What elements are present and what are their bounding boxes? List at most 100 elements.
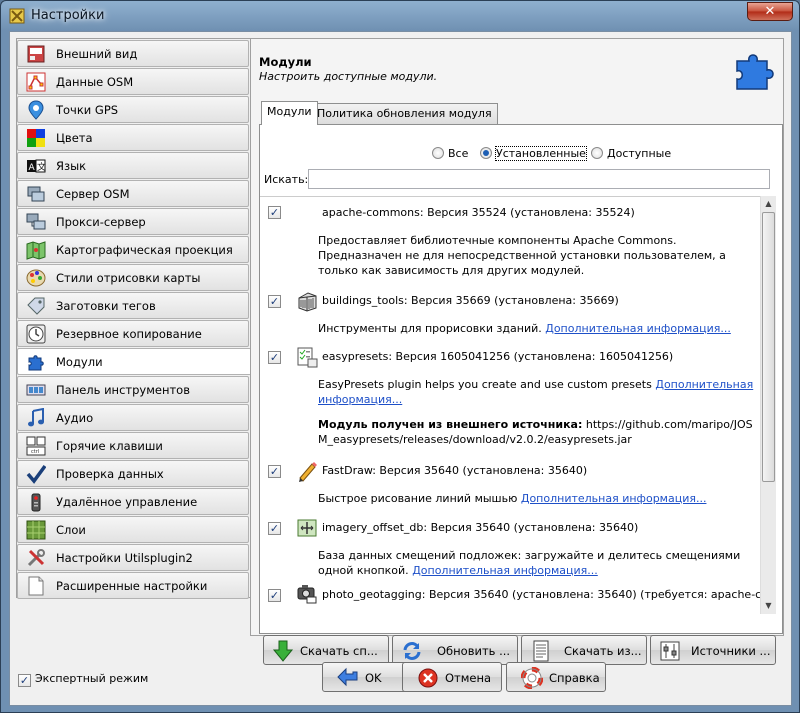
sources-icon <box>660 641 680 661</box>
sidebar-item-proxy[interactable]: Прокси-сервер <box>17 208 249 235</box>
sidebar-item-remote-control[interactable]: Удалённое управление <box>17 488 249 515</box>
presets-icon <box>297 347 318 368</box>
utils-settings-icon <box>27 549 45 567</box>
puzzle-piece-icon <box>736 54 774 90</box>
sidebar-item-label: Прокси-сервер <box>56 215 146 229</box>
plugin-checkbox[interactable]: ✓ <box>268 206 281 219</box>
search-input[interactable] <box>308 169 770 189</box>
sidebar-item-projection[interactable]: Картографическая проекция <box>17 236 249 263</box>
radio-label: Установленные <box>495 146 587 161</box>
scroll-thumb[interactable] <box>762 212 775 482</box>
plugin-sources-button[interactable]: Источники ... <box>650 635 776 665</box>
sidebar-item-gps-points[interactable]: Точки GPS <box>17 96 249 123</box>
sidebar-item-map-styles[interactable]: Стили отрисовки карты <box>17 264 249 291</box>
plugin-list-scrollbar[interactable]: ▲ ▼ <box>760 196 776 614</box>
sidebar-item-tag-presets[interactable]: Заготовки тегов <box>17 292 249 319</box>
ok-arrow-icon <box>337 667 358 687</box>
lifebuoy-help-icon <box>521 667 543 689</box>
sidebar-item-label: Настройки Utilsplugin2 <box>56 551 193 565</box>
sidebar-item-label: Проверка данных <box>56 467 164 481</box>
plugin-checkbox[interactable]: ✓ <box>268 295 281 308</box>
update-plugins-button[interactable]: Обновить ... <box>392 635 518 665</box>
close-window-button[interactable]: ✕ <box>747 2 793 21</box>
camera-icon <box>297 585 317 604</box>
tag-presets-icon <box>27 297 45 315</box>
plugin-description: Предоставляет библиотечные компоненты Ap… <box>318 234 726 277</box>
scroll-down-arrow-icon[interactable]: ▼ <box>762 599 775 613</box>
plugin-source-label: Модуль получен из внешнего источника: <box>318 418 583 431</box>
title-bar[interactable]: Настройки ✕ <box>1 1 799 31</box>
sidebar-item-colors[interactable]: Цвета <box>17 124 249 151</box>
button-label: Источники ... <box>691 644 771 658</box>
plugin-item-easypresets: ✓ easypresets: Версия 1605041256 (устано… <box>260 347 758 457</box>
more-info-link[interactable]: Дополнительная информация... <box>545 322 731 335</box>
button-label: Отмена <box>445 671 492 685</box>
cancel-x-icon <box>418 668 438 688</box>
plugin-checkbox[interactable]: ✓ <box>268 522 281 535</box>
sidebar-item-label: Резервное копирование <box>56 327 202 341</box>
josm-app-icon <box>9 8 25 24</box>
audio-icon <box>28 408 44 427</box>
dialog-client-area: Внешний вид Данные OSM Точки GPS Цвета A… <box>9 31 792 706</box>
advanced-settings-icon <box>28 576 44 596</box>
download-arrow-icon <box>272 640 294 662</box>
more-info-link[interactable]: Дополнительная информация... <box>412 564 598 577</box>
plugin-description-text: Быстрое рисование линий мышью <box>318 492 518 505</box>
button-label: Справка <box>549 671 600 685</box>
gps-point-icon <box>28 100 44 120</box>
filter-installed-radio[interactable]: Установленные <box>480 146 587 161</box>
sidebar-item-utilsplugin2[interactable]: Настройки Utilsplugin2 <box>17 544 249 571</box>
button-label: Скачать сп... <box>300 644 378 658</box>
map-style-icon <box>26 269 46 287</box>
sidebar-item-appearance[interactable]: Внешний вид <box>17 40 249 67</box>
sidebar-item-plugins[interactable]: Модули <box>17 348 251 375</box>
plugin-description-text: Инструменты для прорисовки зданий. <box>318 322 542 335</box>
sidebar-item-toolbar[interactable]: Панель инструментов <box>17 376 249 403</box>
plugin-name: photo_geotagging: Версия 35640 (установл… <box>322 588 772 601</box>
plugin-source: Модуль получен из внешнего источника: ht… <box>318 417 758 447</box>
sidebar-item-osm-server[interactable]: Сервер OSM <box>17 180 249 207</box>
plugin-description-text: EasyPresets plugin helps you create and … <box>318 378 652 391</box>
filter-all-radio[interactable]: Все <box>432 147 468 160</box>
colors-icon <box>27 129 45 147</box>
sidebar-item-language[interactable]: A文 Язык <box>17 152 249 179</box>
sidebar-item-advanced[interactable]: Расширенные настройки <box>17 572 249 599</box>
plugin-description: Быстрое рисование линий мышью Дополнител… <box>318 491 758 506</box>
sidebar-item-shortcuts[interactable]: ctrl Горячие клавиши <box>17 432 249 459</box>
search-label: Искать: <box>264 173 309 186</box>
button-label: OK <box>365 671 382 685</box>
plugin-checkbox[interactable]: ✓ <box>268 351 281 364</box>
download-list-button[interactable]: Скачать сп... <box>263 635 389 665</box>
window-title: Настройки <box>31 8 105 23</box>
cancel-button[interactable]: Отмена <box>402 662 502 692</box>
sidebar-item-label: Слои <box>56 523 86 537</box>
more-info-link[interactable]: Дополнительная информация... <box>521 492 707 505</box>
scroll-up-arrow-icon[interactable]: ▲ <box>762 197 775 211</box>
plugin-description: База данных смещений подложек: загружайт… <box>318 548 758 578</box>
sidebar-item-label: Внешний вид <box>56 47 138 61</box>
download-from-button[interactable]: Скачать из... <box>521 635 647 665</box>
plugin-name: buildings_tools: Версия 35669 (установле… <box>322 294 619 307</box>
sidebar-item-layers[interactable]: Слои <box>17 516 249 543</box>
tab-update-policy[interactable]: Политика обновления модуля <box>311 103 498 125</box>
sidebar-item-label: Стили отрисовки карты <box>56 271 201 285</box>
page-title: Модули <box>259 55 312 69</box>
proxy-icon <box>26 213 46 230</box>
help-button[interactable]: Справка <box>506 662 606 692</box>
shortcuts-icon: ctrl <box>26 436 46 456</box>
plugin-checkbox[interactable]: ✓ <box>268 465 281 478</box>
filter-available-radio[interactable]: Доступные <box>591 147 671 160</box>
plugin-checkbox[interactable]: ✓ <box>268 589 281 602</box>
sidebar-item-osm-data[interactable]: Данные OSM <box>17 68 249 95</box>
expert-mode-checkbox[interactable]: ✓ Экспертный режим <box>18 672 148 687</box>
sidebar-item-label: Сервер OSM <box>56 187 130 201</box>
osm-data-icon <box>26 72 46 92</box>
sidebar-item-label: Картографическая проекция <box>56 243 233 257</box>
tab-plugins[interactable]: Модули <box>261 101 318 125</box>
sidebar-item-label: Язык <box>56 159 87 173</box>
sidebar-item-audio[interactable]: Аудио <box>17 404 249 431</box>
sidebar-item-validator[interactable]: Проверка данных <box>17 460 249 487</box>
sidebar-item-backup[interactable]: Резервное копирование <box>17 320 249 347</box>
refresh-icon <box>403 642 421 660</box>
imagery-offset-icon <box>297 519 317 537</box>
